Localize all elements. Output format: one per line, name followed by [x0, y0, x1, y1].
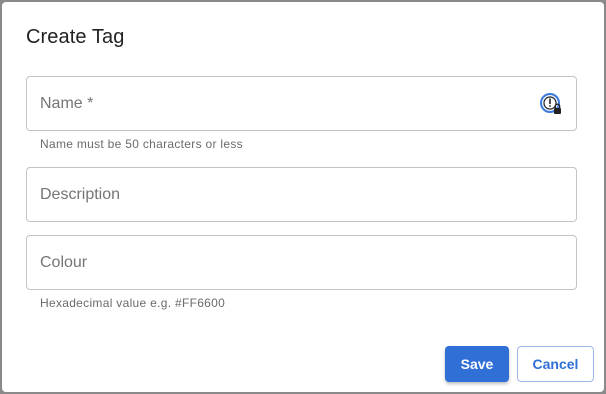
create-tag-dialog: Create Tag Name * Name must be 50 charac…: [2, 2, 604, 392]
save-button[interactable]: Save: [445, 346, 509, 382]
colour-placeholder: Colour: [40, 254, 88, 271]
name-helper-text: Name must be 50 characters or less: [40, 137, 243, 151]
name-field[interactable]: Name *: [26, 76, 577, 131]
dialog-title: Create Tag: [26, 26, 125, 48]
name-placeholder: Name *: [40, 95, 94, 112]
colour-field[interactable]: Colour: [26, 235, 577, 290]
password-manager-icon[interactable]: [539, 92, 563, 116]
colour-helper-text: Hexadecimal value e.g. #FF6600: [40, 296, 226, 310]
description-placeholder: Description: [40, 186, 121, 203]
cancel-button[interactable]: Cancel: [517, 346, 594, 382]
description-field[interactable]: Description: [26, 167, 577, 222]
